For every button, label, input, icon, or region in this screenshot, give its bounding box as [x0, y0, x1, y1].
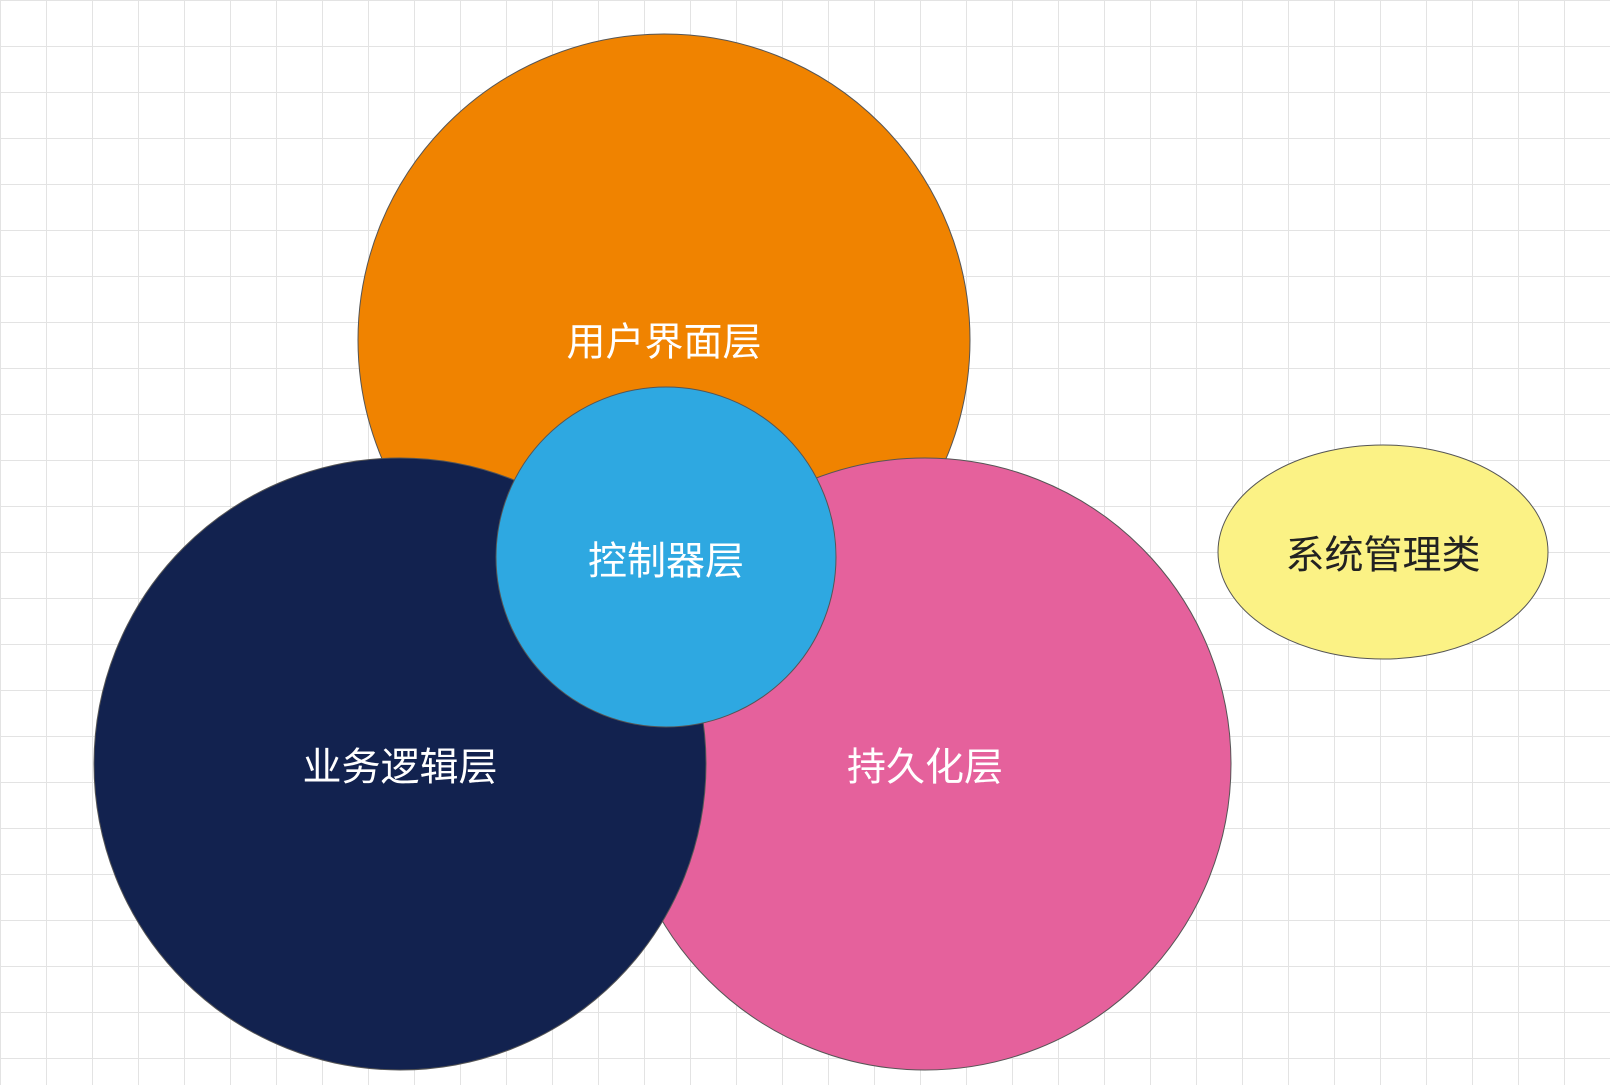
system-mgmt-label: 系统管理类: [1285, 534, 1480, 579]
layer-diagram: 用户界面层 控制器层 业务逻辑层 持久化层 系统管理类: [93, 33, 1549, 1071]
ui-layer-label: 用户界面层: [566, 321, 761, 366]
persistence-layer-label: 持久化层: [847, 746, 1003, 791]
controller-layer-label: 控制器层: [588, 540, 744, 585]
diagram-canvas: 用户界面层 控制器层 业务逻辑层 持久化层 系统管理类: [0, 0, 1610, 1085]
business-layer-label: 业务逻辑层: [302, 746, 497, 791]
